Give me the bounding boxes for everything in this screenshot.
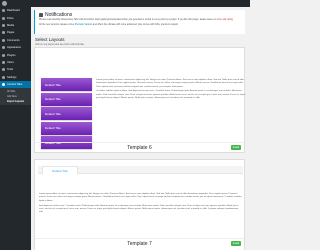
sidebar-item-tools[interactable]: Tools [0, 66, 31, 73]
wordpress-logo-icon[interactable] [2, 1, 7, 6]
template-name: Template 6 [127, 145, 152, 151]
appearance-icon [2, 46, 5, 50]
notification-text-1: Please read carefully Responsive Tabs wi… [39, 19, 216, 22]
card-footer: Template 7 Install [35, 238, 244, 248]
sidebar-item-posts[interactable]: Posts [0, 14, 31, 21]
template-name: Template 7 [127, 241, 152, 247]
notification-line-2: All the new versions release a free Prem… [39, 24, 241, 27]
content-paragraph: Lorem ipsum dolor sit amet, consectetur … [96, 79, 244, 88]
sidebar-item-label: Pages [7, 31, 15, 35]
sidebar-submenu: All Tabs Add New Import Layouts [0, 88, 31, 106]
sidebar-item-pages[interactable]: Pages [0, 29, 31, 36]
content-paragraph: Sed dignissim lacinia nunc. Curabitur to… [39, 204, 239, 214]
install-button[interactable]: Install [230, 241, 241, 246]
accordion-content: Lorem ipsum dolor sit amet, consectetur … [96, 79, 246, 102]
sidebar-item-appearance[interactable]: Appearance [0, 44, 31, 51]
notification-text-2: All the new versions release a free [39, 23, 75, 26]
sidebar-item-dashboard[interactable]: Dashboard [0, 7, 31, 14]
premium-version-link[interactable]: Premium Version [75, 24, 93, 26]
notification-text-3: and offers the ultimate with more advanc… [92, 23, 179, 26]
content-tabs-icon [2, 83, 5, 87]
sidebar-item-label: Tools [7, 68, 14, 72]
rating-link[interactable]: a five-star rating [216, 19, 232, 21]
plugins-icon [2, 53, 5, 57]
sidebar-item-label: Appearance [7, 46, 21, 50]
pages-icon [2, 31, 5, 35]
dashboard-icon [2, 9, 5, 13]
notification-title: Notifications [45, 12, 73, 18]
notification-panel: Notifications Please read carefully Resp… [34, 10, 245, 34]
sidebar-item-users[interactable]: Users [0, 59, 31, 66]
bell-icon [39, 13, 43, 17]
install-button[interactable]: Install [230, 145, 241, 150]
notification-line-1: Please read carefully Responsive Tabs wi… [39, 19, 241, 22]
accordion-item[interactable]: Default Title [41, 107, 92, 120]
sidebar-item-media[interactable]: Media [0, 22, 31, 29]
accordion-item[interactable]: Default Title [41, 92, 92, 106]
tools-icon [2, 68, 5, 72]
tab-bar: Default Title [38, 166, 243, 174]
comments-icon [2, 38, 5, 42]
submenu-item-import-layouts[interactable]: Import Layouts [0, 99, 31, 104]
sidebar-item-label: Content Tabs [7, 83, 23, 87]
content-paragraph: Lorem ipsum dolor sit amet, consectetur … [39, 193, 242, 202]
sidebar-item-plugins[interactable]: Plugins [0, 51, 31, 58]
template-card-7: Default Title Lorem ipsum dolor sit amet… [34, 159, 245, 250]
sidebar-item-label: Comments [7, 38, 20, 42]
section-subtitle: click on any layout and see how it will … [35, 43, 85, 46]
sidebar-item-label: Posts [7, 16, 14, 20]
sidebar-item-label: Users [7, 60, 14, 64]
users-icon [2, 60, 5, 64]
sidebar-item-settings[interactable]: Settings [0, 74, 31, 81]
notification-heading: Notifications [39, 12, 241, 18]
section-title: Select Layouts [35, 37, 65, 42]
sidebar-item-comments[interactable]: Comments [0, 37, 31, 44]
content-paragraph: Curabitur sodales ligula in libero. Sed … [96, 90, 246, 99]
sidebar-item-label: Settings [7, 75, 17, 79]
sidebar-item-label: Media [7, 23, 15, 27]
accordion-item[interactable]: Default Title [41, 121, 92, 135]
main-content: Notifications Please read carefully Resp… [31, 7, 250, 250]
settings-icon [2, 75, 5, 79]
tab-default-title[interactable]: Default Title [42, 166, 78, 174]
accordion-list: Default Title Default Title Default Titl… [41, 78, 92, 151]
admin-bar [0, 0, 250, 7]
card-footer: Template 6 Install [35, 142, 244, 152]
posts-icon [2, 16, 5, 20]
template-card-6: Default Title Default Title Default Titl… [34, 47, 245, 153]
accordion-item[interactable]: Default Title [41, 78, 92, 91]
admin-sidebar: Dashboard Posts Media Pages Comments App… [0, 7, 31, 250]
sidebar-item-label: Dashboard [7, 9, 20, 13]
sidebar-item-label: Plugins [7, 53, 16, 57]
media-icon [2, 23, 5, 27]
tab-content: Lorem ipsum dolor sit amet, consectetur … [39, 193, 242, 217]
template-preview-6: Default Title Default Title Default Titl… [38, 51, 246, 149]
sidebar-item-content-tabs[interactable]: Content Tabs [0, 80, 31, 89]
